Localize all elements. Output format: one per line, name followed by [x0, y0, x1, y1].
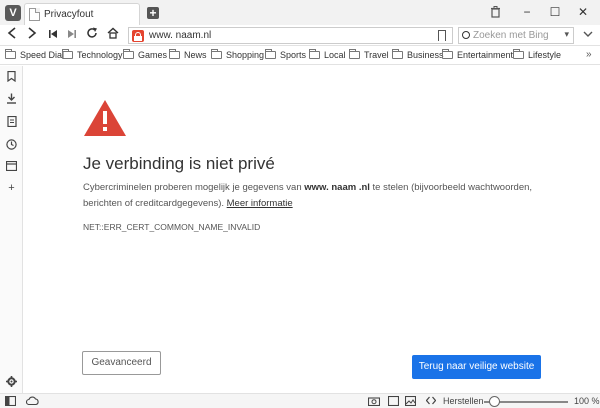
forward-icon[interactable]: [24, 27, 40, 43]
downloads-panel-icon[interactable]: [6, 93, 17, 104]
folder-icon: [5, 49, 16, 59]
folder-icon: [123, 49, 134, 59]
settings-gear-icon[interactable]: [6, 376, 17, 387]
notes-panel-icon[interactable]: [6, 115, 17, 128]
sync-cloud-icon[interactable]: [25, 396, 39, 408]
reload-icon[interactable]: [84, 27, 100, 43]
rewind-icon[interactable]: [45, 27, 61, 43]
folder-icon: [442, 49, 453, 59]
search-field[interactable]: Zoeken met Bing ▾: [458, 27, 574, 44]
bookmark-folder-entertainment[interactable]: Entertainment: [442, 49, 513, 63]
folder-icon: [211, 49, 222, 59]
url-text[interactable]: www. naam.nl: [149, 30, 211, 41]
zoom-reset-button[interactable]: Herstellen: [443, 396, 484, 406]
navigation-bar: www. naam.nl Zoeken met Bing ▾: [0, 25, 600, 46]
bookmark-folder-business[interactable]: Business: [392, 49, 444, 63]
bookmark-overflow-icon[interactable]: »: [586, 49, 592, 60]
history-panel-icon[interactable]: [6, 139, 17, 150]
capture-icon[interactable]: [367, 396, 381, 408]
close-window-button[interactable]: ✕: [575, 4, 591, 20]
search-placeholder[interactable]: Zoeken met Bing: [473, 30, 549, 41]
folder-icon: [349, 49, 360, 59]
add-web-panel-icon[interactable]: +: [6, 183, 17, 194]
bookmark-page-icon[interactable]: [438, 30, 446, 41]
bookmark-bar: Speed Dial Technology Games News Shoppin…: [0, 47, 600, 65]
bookmark-folder-local[interactable]: Local: [309, 49, 346, 63]
bookmark-folder-news[interactable]: News: [169, 49, 207, 63]
bookmarks-panel-icon[interactable]: [6, 70, 17, 83]
tab-title: Privacyfout: [44, 9, 94, 20]
bookmark-folder-sports[interactable]: Sports: [265, 49, 306, 63]
window-panel-icon[interactable]: [5, 160, 18, 172]
folder-icon: [392, 49, 403, 59]
zoom-slider-thumb[interactable]: [489, 396, 501, 407]
site-domain: www. naam .nl: [304, 182, 370, 193]
folder-icon: [169, 49, 180, 59]
fast-forward-icon[interactable]: [64, 27, 80, 43]
bookmark-folder-lifestyle[interactable]: Lifestyle: [513, 49, 561, 63]
title-bar: V Privacyfout + − ☐ ✕: [0, 0, 600, 25]
status-bar: Herstellen 100 %: [0, 393, 600, 408]
trash-icon[interactable]: [490, 6, 501, 21]
tiling-icon[interactable]: [387, 395, 400, 408]
error-page: Je verbinding is niet privé Cybercrimine…: [24, 66, 600, 393]
error-code: NET::ERR_CERT_COMMON_NAME_INVALID: [83, 222, 261, 232]
new-tab-button[interactable]: +: [147, 7, 159, 19]
back-icon[interactable]: [4, 27, 20, 43]
address-bar[interactable]: www. naam.nl: [128, 27, 453, 44]
minimize-button[interactable]: −: [519, 4, 535, 20]
folder-icon: [309, 49, 320, 59]
vivaldi-menu-icon[interactable]: V: [5, 5, 21, 21]
bookmark-folder-technology[interactable]: Technology: [62, 49, 123, 63]
maximize-button[interactable]: ☐: [547, 4, 563, 20]
lock-warning-icon[interactable]: [132, 30, 144, 42]
folder-icon: [62, 49, 73, 59]
zoom-level: 100 %: [574, 396, 600, 406]
more-info-link[interactable]: Meer informatie: [227, 198, 293, 209]
bookmark-folder-games[interactable]: Games: [123, 49, 167, 63]
folder-icon: [265, 49, 276, 59]
side-panel: +: [0, 66, 23, 393]
warning-triangle-icon: [83, 99, 127, 140]
folder-icon: [513, 49, 524, 59]
bookmark-folder-travel[interactable]: Travel: [349, 49, 389, 63]
advanced-button[interactable]: Geavanceerd: [82, 351, 161, 375]
page-favicon-icon: [29, 8, 40, 21]
images-icon[interactable]: [404, 395, 417, 408]
page-actions-icon[interactable]: [425, 396, 437, 408]
tab-privacy-error[interactable]: Privacyfout: [24, 3, 140, 25]
chevron-down-icon[interactable]: ▾: [564, 29, 569, 40]
bookmark-speed-dial[interactable]: Speed Dial: [5, 49, 64, 63]
bookmark-folder-shopping[interactable]: Shopping: [211, 49, 264, 63]
panel-toggle-icon[interactable]: [4, 395, 17, 408]
back-to-safety-button[interactable]: Terug naar veilige website: [412, 355, 541, 379]
search-icon: [462, 31, 470, 39]
error-headline: Je verbinding is niet privé: [83, 154, 275, 173]
error-description: Cybercriminelen proberen mogelijk je geg…: [83, 182, 533, 209]
extensions-menu-icon[interactable]: [583, 28, 593, 43]
home-icon[interactable]: [105, 27, 121, 43]
